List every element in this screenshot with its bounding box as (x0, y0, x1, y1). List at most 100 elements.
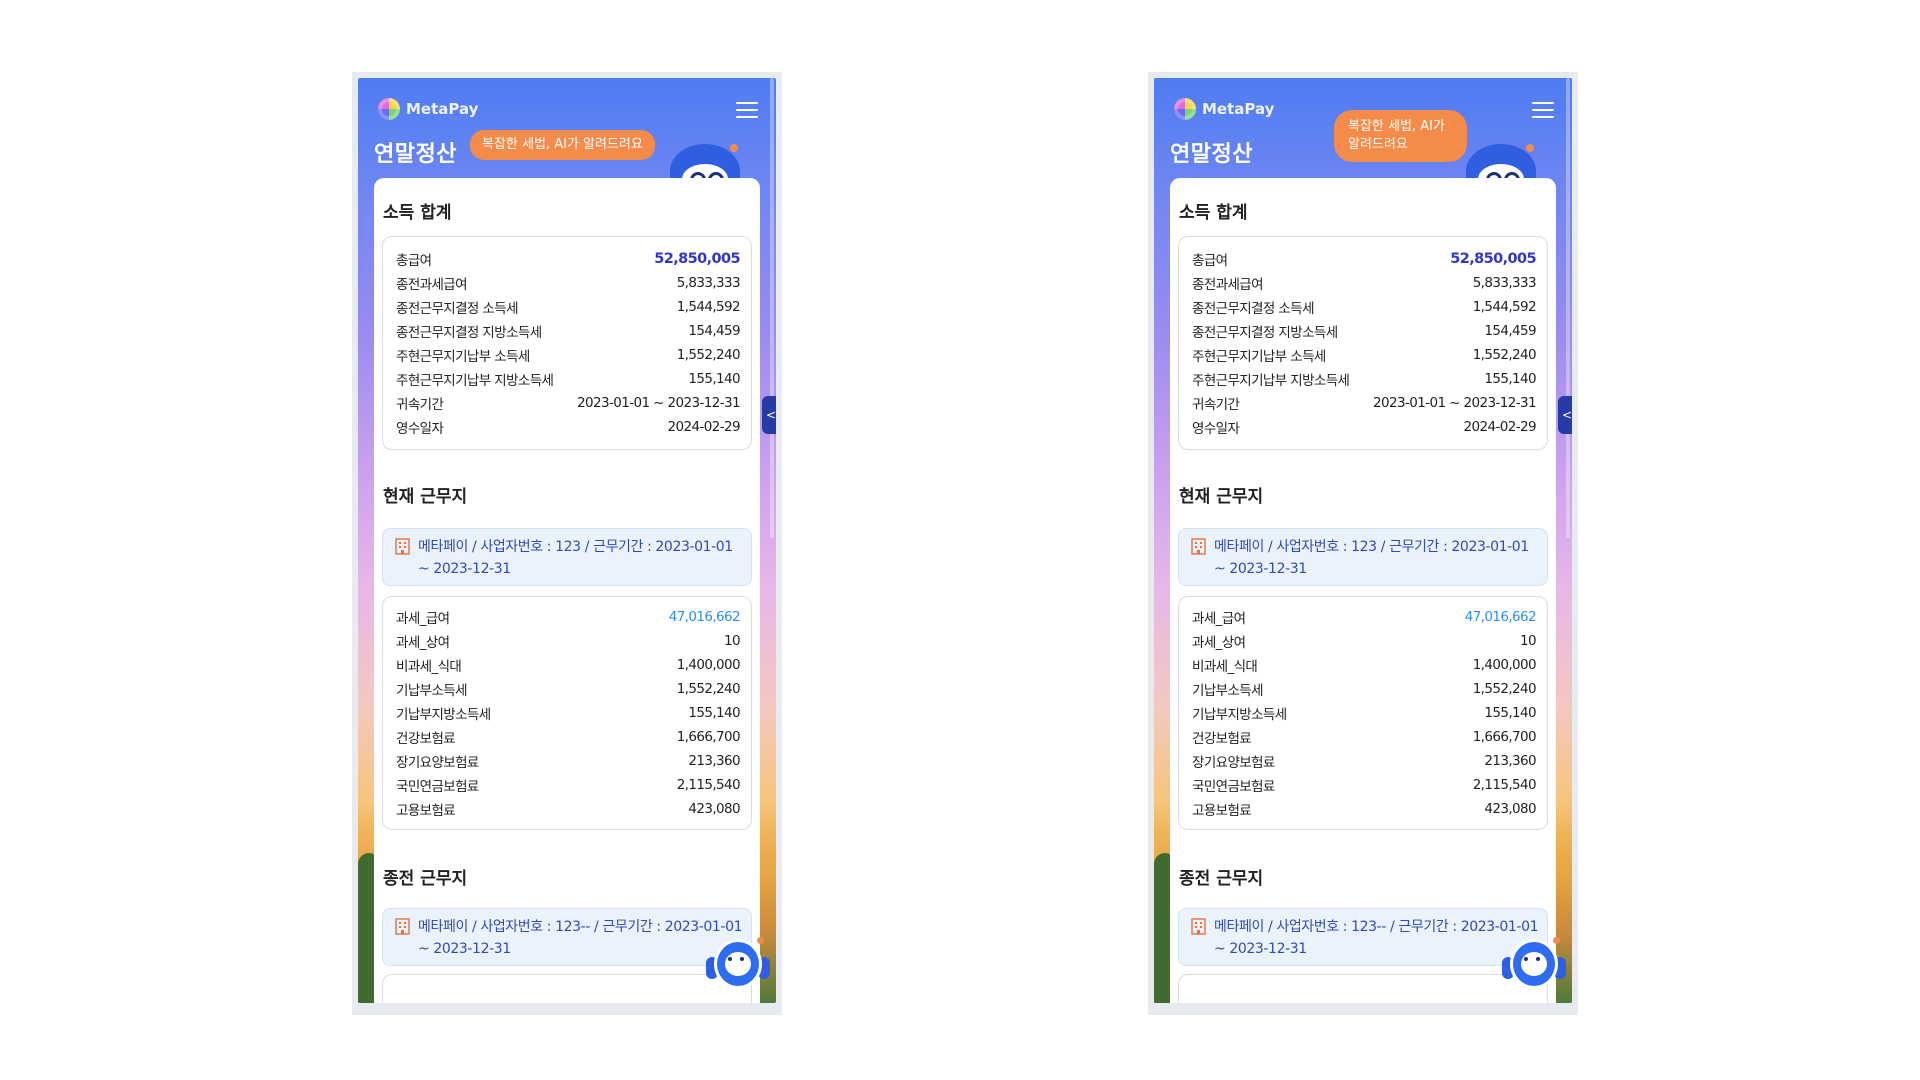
app-logo[interactable]: MetaPay (378, 98, 478, 120)
kv-value: 1,400,000 (1472, 657, 1537, 673)
kv-label: 총급여 (1192, 253, 1228, 269)
metapay-logo-icon (1174, 98, 1196, 120)
income-summary-box: 총급여 52,850,005 종전과세급여 5,833,333 종전근무지결정 소득… (1178, 236, 1548, 450)
kv-row: 영수일자 2024-02-29 (1179, 415, 1547, 439)
kv-row: 기납부소득세 1,552,240 (1179, 677, 1547, 701)
side-panel-toggle[interactable]: < (762, 396, 776, 434)
kv-value: 1,666,700 (676, 729, 741, 745)
scrollbar[interactable] (1566, 78, 1570, 538)
kv-row: 총급여 52,850,005 (1179, 247, 1547, 271)
ai-tip-bubble[interactable]: 복잡한 세법, AI가 알려드려요 (470, 130, 655, 161)
kv-label: 국민연금보험료 (396, 779, 479, 795)
kv-row: 기납부지방소득세 155,140 (383, 701, 751, 725)
kv-value: 154,459 (1484, 323, 1536, 339)
ai-chatbot-button[interactable] (1502, 937, 1566, 993)
kv-row: 주현근무지기납부 소득세 1,552,240 (383, 343, 751, 367)
logo-text: MetaPay (1202, 100, 1275, 118)
kv-row: 비과세_식대 1,400,000 (383, 653, 751, 677)
kv-row: 과세_상여 10 (1179, 629, 1547, 653)
previous-work-info[interactable]: 메타페이 / 사업자번호 : 123-- / 근무기간 : 2023-01-01… (382, 908, 752, 966)
current-work-info[interactable]: 메타페이 / 사업자번호 : 123 / 근무기간 : 2023-01-01 ~… (1178, 528, 1548, 586)
kv-label: 종전과세급여 (396, 277, 468, 293)
kv-row: 과세_급여 47,016,662 (1179, 605, 1547, 629)
kv-label: 종전근무지결정 지방소득세 (396, 325, 542, 341)
kv-row: 종전근무지결정 지방소득세 154,459 (1179, 319, 1547, 343)
kv-row: 과세_상여 10 (383, 629, 751, 653)
content-card: 소득 합계 총급여 52,850,005 종전과세급여 5,833,333 종전근무… (374, 178, 760, 1003)
kv-value: 1,666,700 (1472, 729, 1537, 745)
kv-label: 귀속기간 (396, 397, 444, 413)
work-info-text: 메타페이 / 사업자번호 : 123 / 근무기간 : 2023-01-01 ~… (418, 539, 733, 577)
kv-row: 종전근무지결정 소득세 1,544,592 (383, 295, 751, 319)
kv-row: 주현근무지기납부 소득세 1,552,240 (1179, 343, 1547, 367)
content-card: 소득 합계 총급여 52,850,005 종전과세급여 5,833,333 종전근무… (1170, 178, 1556, 1003)
ai-tip-bubble[interactable]: 복잡한 세법, AI가 알려드려요 (1334, 110, 1467, 163)
kv-value: 1,552,240 (676, 681, 741, 697)
kv-value: 10 (1520, 633, 1537, 649)
kv-row: 귀속기간 2023-01-01 ~ 2023-12-31 (383, 391, 751, 415)
kv-value: 155,140 (688, 705, 740, 721)
kv-row: 장기요양보험료 213,360 (1179, 749, 1547, 773)
kv-row: 고용보험료 423,080 (1179, 797, 1547, 821)
kv-value: 1,400,000 (676, 657, 741, 673)
kv-value: 1,552,240 (676, 347, 741, 363)
app-logo[interactable]: MetaPay (1174, 98, 1274, 120)
kv-value: 1,544,592 (1472, 299, 1537, 315)
kv-label: 귀속기간 (1192, 397, 1240, 413)
current-work-info[interactable]: 메타페이 / 사업자번호 : 123 / 근무기간 : 2023-01-01 ~… (382, 528, 752, 586)
kv-label: 비과세_식대 (396, 659, 462, 675)
app-screen: MetaPay 연말정산 복잡한 세법, AI가 알려드려요 < 소득 합계 총… (1154, 78, 1572, 1003)
logo-text: MetaPay (406, 100, 479, 118)
kv-row: 영수일자 2024-02-29 (383, 415, 751, 439)
kv-row: 종전근무지결정 소득세 1,544,592 (1179, 295, 1547, 319)
kv-row: 건강보험료 1,666,700 (383, 725, 751, 749)
kv-label: 주현근무지기납부 소득세 (1192, 349, 1326, 365)
metapay-logo-icon (378, 98, 400, 120)
kv-value: 47,016,662 (1464, 609, 1537, 625)
kv-label: 주현근무지기납부 지방소득세 (396, 373, 554, 389)
kv-row: 종전과세급여 5,833,333 (383, 271, 751, 295)
building-icon (1191, 538, 1206, 555)
kv-value: 213,360 (688, 753, 740, 769)
kv-label: 주현근무지기납부 소득세 (396, 349, 530, 365)
kv-label: 과세_상여 (396, 635, 450, 651)
page-title: 연말정산 (374, 142, 457, 167)
phone-screen-left: MetaPay 연말정산 복잡한 세법, AI가 알려드려요 < 소득 합계 총… (352, 72, 782, 1015)
work-info-text: 메타페이 / 사업자번호 : 123 / 근무기간 : 2023-01-01 ~… (1214, 539, 1529, 577)
kv-value: 5,833,333 (1472, 275, 1537, 291)
kv-label: 종전근무지결정 소득세 (396, 301, 519, 317)
ai-chatbot-button[interactable] (706, 937, 770, 993)
kv-row: 종전근무지결정 지방소득세 154,459 (383, 319, 751, 343)
kv-label: 과세_급여 (396, 611, 450, 627)
kv-label: 장기요양보험료 (1192, 755, 1275, 771)
kv-value: 154,459 (688, 323, 740, 339)
kv-value: 2023-01-01 ~ 2023-12-31 (576, 395, 741, 411)
kv-label: 비과세_식대 (1192, 659, 1258, 675)
kv-value: 52,850,005 (654, 251, 740, 267)
kv-label: 건강보험료 (1192, 731, 1252, 747)
current-work-box: 과세_급여 47,016,662 과세_상여 10 비과세_식대 1,400,000 … (1178, 596, 1548, 830)
scrollbar[interactable] (770, 78, 774, 538)
kv-value: 1,544,592 (676, 299, 741, 315)
previous-work-title: 종전 근무지 (383, 869, 468, 889)
kv-value: 47,016,662 (668, 609, 741, 625)
previous-work-info[interactable]: 메타페이 / 사업자번호 : 123-- / 근무기간 : 2023-01-01… (1178, 908, 1548, 966)
kv-value: 2,115,540 (676, 777, 741, 793)
hamburger-menu-icon[interactable] (736, 102, 758, 118)
kv-value: 2,115,540 (1472, 777, 1537, 793)
hamburger-menu-icon[interactable] (1532, 102, 1554, 118)
kv-label: 영수일자 (396, 421, 444, 437)
app-screen: MetaPay 연말정산 복잡한 세법, AI가 알려드려요 < 소득 합계 총… (358, 78, 776, 1003)
work-info-text: 메타페이 / 사업자번호 : 123-- / 근무기간 : 2023-01-01… (1214, 919, 1539, 957)
kv-value: 213,360 (1484, 753, 1536, 769)
building-icon (395, 538, 410, 555)
side-panel-toggle[interactable]: < (1558, 396, 1572, 434)
previous-work-title: 종전 근무지 (1179, 869, 1264, 889)
current-work-title: 현재 근무지 (1179, 487, 1264, 507)
kv-row: 건강보험료 1,666,700 (1179, 725, 1547, 749)
income-summary-title: 소득 합계 (1179, 203, 1248, 223)
kv-row: 기납부지방소득세 155,140 (1179, 701, 1547, 725)
kv-row: 기납부소득세 1,552,240 (383, 677, 751, 701)
building-icon (395, 918, 410, 935)
kv-row: 장기요양보험료 213,360 (383, 749, 751, 773)
